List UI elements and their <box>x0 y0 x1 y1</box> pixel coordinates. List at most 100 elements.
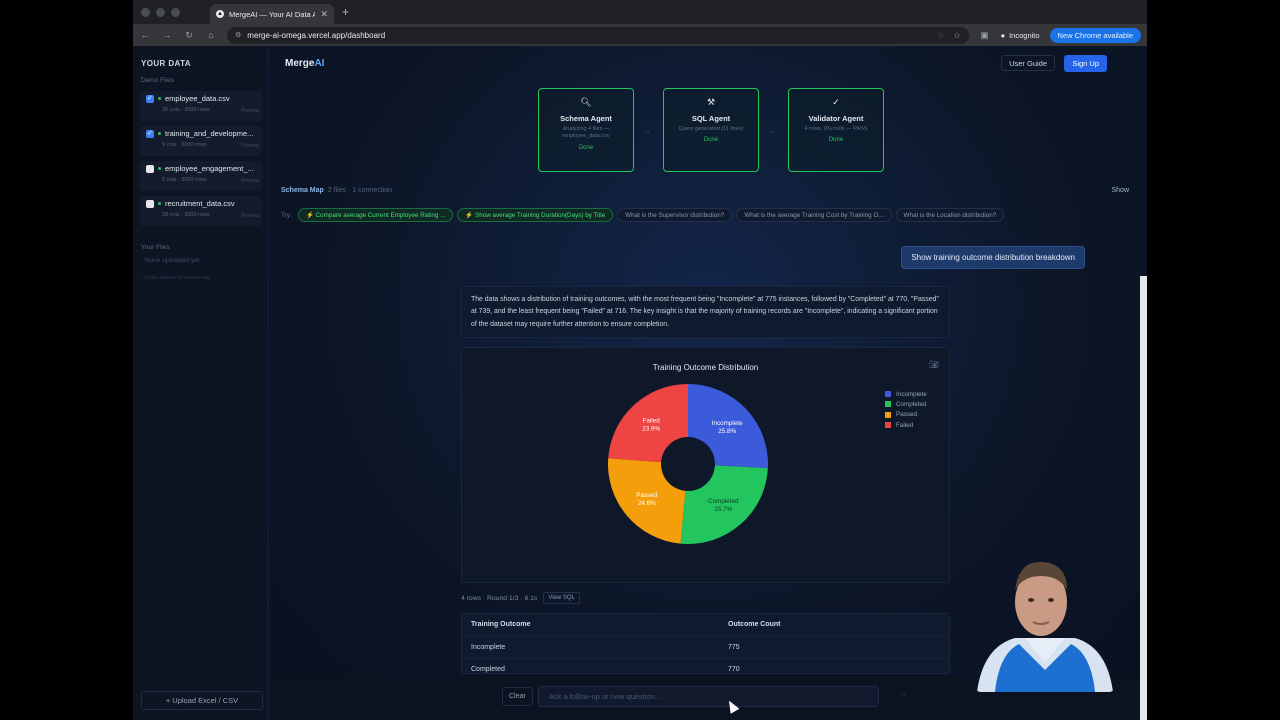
magnifier-icon: 🔍︎ <box>580 97 592 107</box>
legend-label: Passed <box>896 411 918 419</box>
chart-title: Training Outcome Distribution <box>652 363 759 372</box>
home-icon[interactable]: ⌂ <box>205 30 217 40</box>
agent-description: Analyzing 4 files — employee_data.csv <box>562 126 610 140</box>
row-info: 4 rows · Round 1/3 · 6.1s <box>461 594 538 602</box>
suggestion-row: Try: ⚡ Compare average Current Employee … <box>281 208 1005 222</box>
schema-map-header[interactable]: Schema Map 2 files · 1 connection <box>281 187 392 194</box>
data-sidebar: YOUR DATA Demo Files employee_data.csv 2… <box>133 46 269 720</box>
back-icon[interactable]: ← <box>139 30 151 40</box>
suggestion-chip[interactable]: ⚡ Compare average Current Employee Ratin… <box>297 208 454 222</box>
agent-status: Done <box>703 137 719 144</box>
sql-agent-card: ⚒ SQL Agent Query generated (11 lines) D… <box>663 88 759 172</box>
chart-card: Training Outcome Distribution 📷︎ Incompl… <box>461 347 950 583</box>
arrow-right-icon[interactable]: → <box>898 688 907 698</box>
file-preview-link[interactable]: Preview <box>241 108 259 114</box>
suggestion-chip[interactable]: What is the average Training Cost by Tra… <box>736 208 892 222</box>
camera-icon[interactable]: 📷︎ <box>929 360 939 369</box>
donut-chart: Incomplete25.8% Completed25.7% Passed24.6%… <box>608 384 768 544</box>
user-guide-button[interactable]: User Guide <box>1001 55 1055 71</box>
upload-button[interactable]: + Upload Excel / CSV <box>141 691 263 710</box>
file-item[interactable]: employee_data.csv 26 cols · 3000 rows Pr… <box>140 91 262 121</box>
tab-title: MergeAI — Your AI Data Analy <box>229 9 316 19</box>
question-input[interactable]: Ask a follow-up or new question... <box>538 686 879 707</box>
file-status-dot <box>158 132 161 135</box>
file-status-dot <box>158 202 161 205</box>
file-item[interactable]: employee_engagement_... 5 cols · 3000 ro… <box>140 161 262 191</box>
file-preview-link[interactable]: Preview <box>241 143 259 149</box>
new-tab-icon[interactable]: + <box>342 5 349 19</box>
file-checkbox[interactable] <box>146 165 154 173</box>
file-checkbox[interactable] <box>146 129 154 138</box>
suggestion-chip[interactable]: What is the Location distribution? <box>895 208 1005 222</box>
chart-legend: Incomplete Completed Passed Failed <box>885 389 927 430</box>
legend-swatch <box>885 401 891 408</box>
browser-tab[interactable]: ▲ MergeAI — Your AI Data Analy ✕ <box>210 4 334 24</box>
update-chrome-button[interactable]: New Chrome available <box>1049 27 1141 43</box>
agent-description: Query generated (11 lines) <box>678 126 744 132</box>
column-header: Training Outcome <box>471 621 531 628</box>
selection-note: 2/4 files selected for Schema Map <box>143 275 211 280</box>
schema-map-label: Schema Map <box>281 187 324 194</box>
sign-up-button[interactable]: Sign Up <box>1064 55 1107 72</box>
eye-off-icon[interactable]: ◌ <box>939 31 944 40</box>
url-bar[interactable]: ⚙ merge-ai-omega.vercel.app/dashboard ◌ ☆ <box>227 26 969 44</box>
legend-label: Completed <box>896 400 927 408</box>
slice-percent: 23.9% <box>642 425 660 432</box>
hammer-icon: ⚒ <box>706 97 716 107</box>
legend-label: Failed <box>896 421 914 429</box>
table-cell: Completed <box>471 666 505 673</box>
file-checkbox[interactable] <box>146 200 154 208</box>
file-meta: 18 cols · 3000 rows <box>162 212 210 218</box>
url-text: merge-ai-omega.vercel.app/dashboard <box>247 30 386 40</box>
bookmark-star-icon[interactable]: ☆ <box>953 31 960 40</box>
legend-item[interactable]: Failed <box>885 420 927 430</box>
app-logo[interactable]: MergeAI <box>285 58 324 69</box>
schema-agent-card: 🔍︎ Schema Agent Analyzing 4 files — empl… <box>538 88 634 172</box>
agent-status: Done <box>828 137 844 144</box>
file-preview-link[interactable]: Preview <box>241 213 259 219</box>
scrollbar[interactable] <box>1140 276 1147 720</box>
schema-map-toggle[interactable]: Show <box>1111 187 1129 194</box>
site-info-icon[interactable]: ⚙ <box>235 31 241 39</box>
checkmark-icon: ✓ <box>832 97 840 107</box>
file-preview-link[interactable]: Preview <box>241 178 259 184</box>
file-item[interactable]: recruitment_data.csv 18 cols · 3000 rows… <box>140 196 262 226</box>
mergeai-favicon-icon: ▲ <box>216 10 224 18</box>
address-toolbar: ← → ↻ ⌂ ⚙ merge-ai-omega.vercel.app/dash… <box>133 24 1147 46</box>
incognito-indicator[interactable]: ● Incognito <box>1001 31 1040 40</box>
window-controls[interactable] <box>141 7 180 17</box>
user-question-bubble: Show training outcome distribution break… <box>901 246 1085 269</box>
file-meta: 26 cols · 3000 rows <box>162 107 210 113</box>
table-header-row: Training Outcome Outcome Count <box>462 614 949 637</box>
file-status-dot <box>158 97 161 100</box>
incognito-icon: ● <box>1000 30 1006 40</box>
slice-label: Failed <box>643 417 661 424</box>
suggestion-chip[interactable]: ⚡ Show average Training Duration(Days) b… <box>457 208 614 222</box>
close-tab-icon[interactable]: ✕ <box>320 9 328 20</box>
agent-name: Validator Agent <box>808 114 864 123</box>
suggestion-chip[interactable]: What is the Supervisor distribution? <box>617 208 733 222</box>
agent-description: 4 rows, 0% nulls — PASS <box>804 126 868 132</box>
webcam-presenter-overlay <box>977 561 1113 692</box>
forward-icon[interactable]: → <box>161 30 173 40</box>
table-cell: 770 <box>728 666 740 673</box>
legend-item[interactable]: Completed <box>885 399 927 409</box>
clear-button[interactable]: Clear <box>502 687 533 706</box>
table-cell: Incomplete <box>471 644 506 651</box>
none-uploaded-text: None uploaded yet <box>145 257 200 264</box>
slice-label: Incomplete <box>712 420 743 427</box>
file-item[interactable]: training_and_developme... 9 cols · 3000 … <box>140 126 262 156</box>
legend-item[interactable]: Incomplete <box>885 389 927 399</box>
view-sql-button[interactable]: View SQL <box>543 592 580 604</box>
validator-agent-card: ✓ Validator Agent 4 rows, 0% nulls — PAS… <box>788 88 884 172</box>
legend-item[interactable]: Passed <box>885 410 927 420</box>
file-name: employee_engagement_... <box>165 164 254 173</box>
demo-files-label: Demo Files <box>141 77 174 84</box>
sidepanel-icon[interactable]: ▣ <box>979 30 991 41</box>
legend-swatch <box>885 411 891 418</box>
logo-accent: AI <box>314 58 325 69</box>
slice-percent: 25.7% <box>714 506 732 513</box>
file-checkbox[interactable] <box>146 94 154 103</box>
schema-map-meta: 2 files · 1 connection <box>327 187 392 194</box>
reload-icon[interactable]: ↻ <box>183 30 195 41</box>
